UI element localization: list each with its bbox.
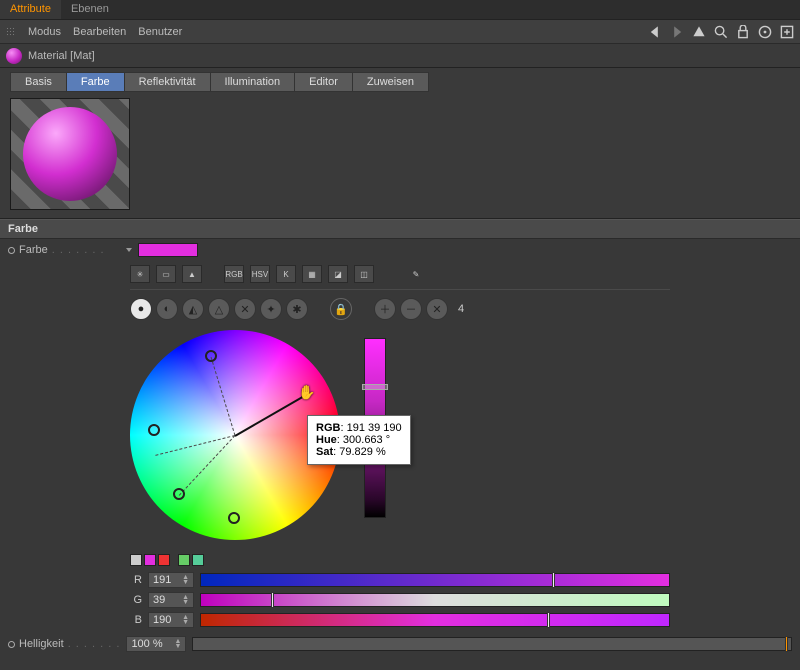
channel-r-label: R: [130, 574, 142, 586]
eyedropper-icon[interactable]: ✎: [406, 265, 426, 283]
channel-b-label: B: [130, 614, 142, 626]
palette-row: [0, 550, 800, 570]
scheme-tetrad-button[interactable]: ✕: [234, 298, 256, 320]
tab-illum[interactable]: Illumination: [210, 72, 296, 92]
color-swatch[interactable]: [138, 243, 198, 257]
palette-swatch[interactable]: [130, 554, 142, 566]
color-tooltip: RGB: 191 39 190 Hue: 300.663 ° Sat: 79.8…: [307, 415, 411, 465]
target-icon[interactable]: [758, 25, 772, 39]
wheel-handle[interactable]: [228, 512, 240, 524]
nav-up-icon[interactable]: [692, 25, 706, 39]
wheel-handle[interactable]: [205, 350, 217, 362]
menu-modus[interactable]: Modus: [28, 26, 61, 38]
scheme-mono-button[interactable]: ●: [130, 298, 152, 320]
slider-handle[interactable]: [547, 612, 550, 628]
spinner-icon[interactable]: ▲▼: [182, 595, 189, 605]
luminance-handle[interactable]: [362, 384, 388, 390]
material-preview[interactable]: [10, 98, 130, 210]
tab-reflekt[interactable]: Reflektivität: [124, 72, 211, 92]
new-panel-icon[interactable]: [780, 25, 794, 39]
dropdown-icon[interactable]: [126, 248, 132, 252]
channel-b-input[interactable]: 190▲▼: [148, 612, 194, 628]
farbe-label: Farbe: [8, 244, 118, 256]
tab-attribute[interactable]: Attribute: [0, 0, 61, 19]
channel-g-slider[interactable]: [200, 593, 670, 607]
channel-g-row: G 39▲▼: [0, 590, 800, 610]
helligkeit-input[interactable]: 100 %▲▼: [126, 636, 186, 652]
gradient-icon[interactable]: ▭: [156, 265, 176, 283]
spinner-icon[interactable]: ▲▼: [182, 615, 189, 625]
scheme-analog-button[interactable]: ◭: [182, 298, 204, 320]
tab-farbe[interactable]: Farbe: [66, 72, 125, 92]
hsv-button[interactable]: HSV: [250, 265, 270, 283]
channel-b-slider[interactable]: [200, 613, 670, 627]
channel-g-input[interactable]: 39▲▼: [148, 592, 194, 608]
helligkeit-slider[interactable]: [192, 637, 792, 651]
nav-back-icon[interactable]: [648, 25, 662, 39]
rgb-button[interactable]: RGB: [224, 265, 244, 283]
palette-swatch[interactable]: [178, 554, 190, 566]
object-bar: Material [Mat]: [0, 44, 800, 68]
nav-fwd-icon[interactable]: [670, 25, 684, 39]
tab-editor[interactable]: Editor: [294, 72, 353, 92]
material-preview-area: [0, 98, 800, 219]
lock-scheme-icon[interactable]: 🔒: [330, 298, 352, 320]
palette-swatch[interactable]: [192, 554, 204, 566]
add-swatch-button[interactable]: ＋: [374, 298, 396, 320]
scheme-complement-button[interactable]: ◐: [156, 298, 178, 320]
separator: [130, 289, 670, 290]
channel-r-row: R 191▲▼: [0, 570, 800, 590]
scheme-triad-button[interactable]: △: [208, 298, 230, 320]
tab-basis[interactable]: Basis: [10, 72, 67, 92]
helligkeit-label: Helligkeit: [8, 638, 120, 650]
spinner-icon[interactable]: ✳: [130, 265, 150, 283]
section-farbe-header: Farbe: [0, 219, 800, 239]
panel-tabbar: Attribute Ebenen: [0, 0, 800, 20]
swatch-count: 4: [458, 303, 464, 315]
slider-handle[interactable]: [271, 592, 274, 608]
remove-swatch-button[interactable]: －: [400, 298, 422, 320]
texture-toolbar: ✳ ▭ ▲ RGB HSV K ▦ ◪ ◫ ✎: [0, 261, 800, 287]
channel-r-slider[interactable]: [200, 573, 670, 587]
spinner-icon[interactable]: ▲▼: [182, 575, 189, 585]
tab-ebenen[interactable]: Ebenen: [61, 0, 119, 19]
search-icon[interactable]: [714, 25, 728, 39]
palette-swatch[interactable]: [144, 554, 156, 566]
menu-benutzer[interactable]: Benutzer: [138, 26, 182, 38]
wheel-handle[interactable]: [173, 488, 185, 500]
swatches-icon[interactable]: ◫: [354, 265, 374, 283]
farbe-row: Farbe: [0, 239, 800, 261]
spinner-icon[interactable]: ▲▼: [175, 639, 182, 649]
slider-handle[interactable]: [552, 572, 555, 588]
channel-b-row: B 190▲▼: [0, 610, 800, 630]
menubar: Modus Bearbeiten Benutzer: [0, 20, 800, 44]
clear-swatch-button[interactable]: ✕: [426, 298, 448, 320]
kelvin-icon[interactable]: K: [276, 265, 296, 283]
material-sphere-icon: [6, 48, 22, 64]
wheel-handle[interactable]: [148, 424, 160, 436]
channel-g-label: G: [130, 594, 142, 606]
channel-r-input[interactable]: 191▲▼: [148, 572, 194, 588]
slider-handle[interactable]: [785, 636, 788, 652]
lock-icon[interactable]: [736, 25, 750, 39]
scheme-toolbar: ● ◐ ◭ △ ✕ ✦ ✱ 🔒 ＋ － ✕ 4: [0, 292, 800, 326]
material-preview-sphere: [23, 107, 117, 201]
object-title: Material [Mat]: [28, 50, 95, 62]
menu-bearbeiten[interactable]: Bearbeiten: [73, 26, 126, 38]
helligkeit-row: Helligkeit 100 %▲▼: [0, 630, 800, 654]
tab-zuweisen[interactable]: Zuweisen: [352, 72, 429, 92]
palette-swatch[interactable]: [158, 554, 170, 566]
grab-cursor-icon: ✋: [298, 384, 315, 401]
image-icon[interactable]: ▲: [182, 265, 202, 283]
attribute-tabbar: Basis Farbe Reflektivität Illumination E…: [0, 68, 800, 98]
mixer-icon[interactable]: ▦: [302, 265, 322, 283]
scheme-square-button[interactable]: ✦: [260, 298, 282, 320]
scheme-custom-button[interactable]: ✱: [286, 298, 308, 320]
picture-icon[interactable]: ◪: [328, 265, 348, 283]
grip-icon: [6, 27, 16, 37]
